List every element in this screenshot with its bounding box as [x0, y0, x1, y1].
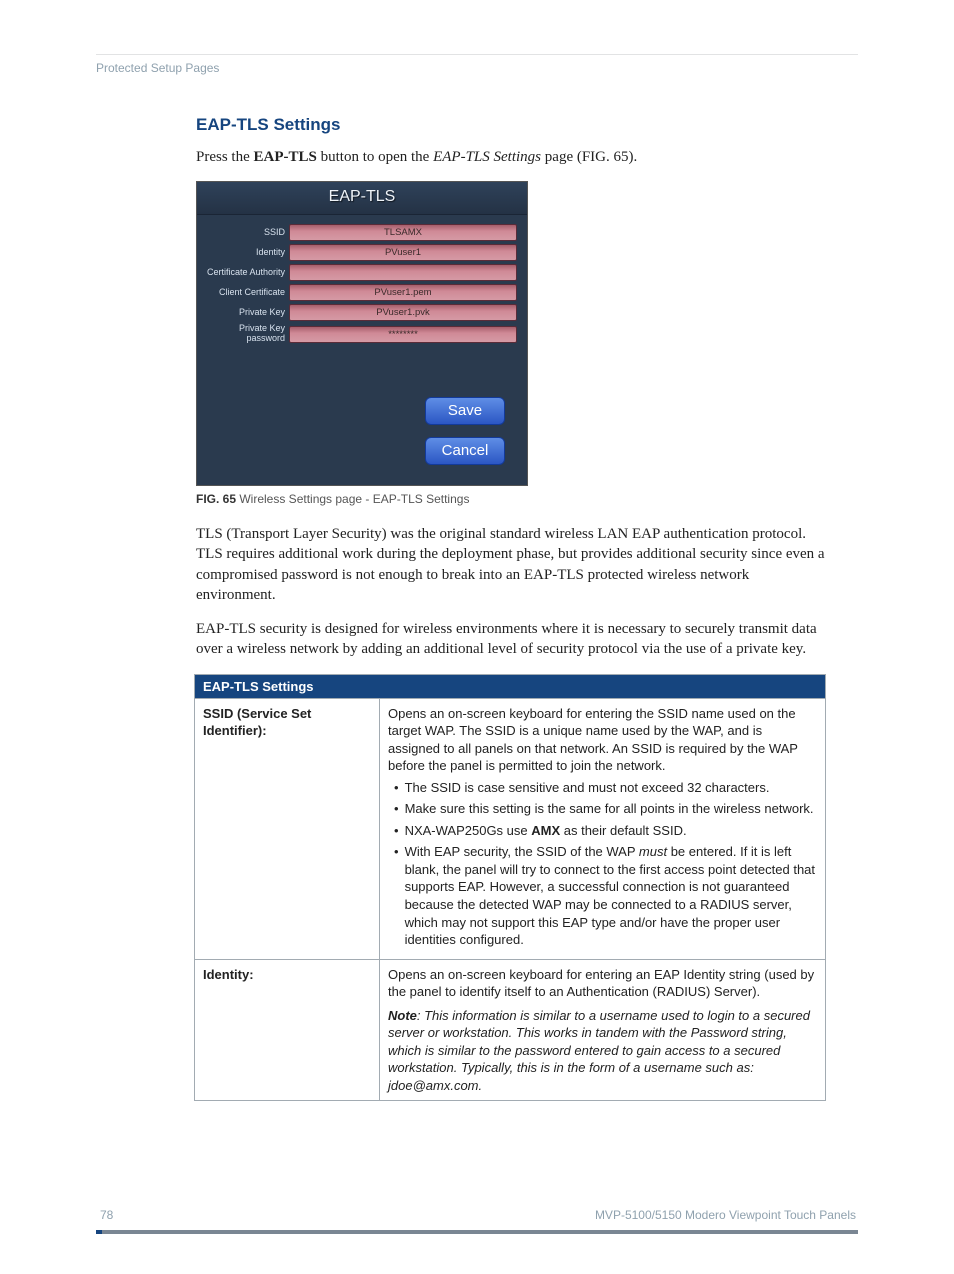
bullet-icon: • [394, 822, 399, 840]
section-heading: EAP-TLS Settings [196, 115, 830, 135]
ca-label: Certificate Authority [203, 268, 285, 278]
intro-paragraph: Press the EAP-TLS button to open the EAP… [196, 147, 830, 167]
intro-ital: EAP-TLS Settings [433, 149, 541, 165]
figure-caption: FIG. 65 Wireless Settings page - EAP-TLS… [196, 492, 830, 506]
figure-number: FIG. 65 [196, 492, 236, 506]
paragraph-2: EAP-TLS security is designed for wireles… [196, 619, 830, 660]
identity-field[interactable]: PVuser1 [289, 244, 517, 261]
ssid-field[interactable]: TLSAMX [289, 224, 517, 241]
client-cert-field[interactable]: PVuser1.pem [289, 284, 517, 301]
table-row: SSID (Service Set Identifier): Opens an … [195, 698, 826, 959]
pk-password-field[interactable]: ******** [289, 326, 517, 343]
identity-row-label: Identity: [195, 959, 380, 1101]
ca-field[interactable] [289, 264, 517, 281]
identity-label: Identity [203, 248, 285, 258]
client-cert-label: Client Certificate [203, 288, 285, 298]
pk-password-label: Private Key password [203, 324, 285, 344]
ssid-desc-p1: Opens an on-screen keyboard for entering… [388, 705, 817, 775]
cancel-button[interactable]: Cancel [425, 437, 505, 465]
bullet-icon: • [394, 843, 399, 948]
ssid-row-desc: Opens an on-screen keyboard for entering… [380, 698, 826, 959]
ssid-bullet-2: Make sure this setting is the same for a… [405, 800, 814, 818]
bullet-icon: • [394, 779, 399, 797]
product-name: MVP-5100/5150 Modero Viewpoint Touch Pan… [595, 1208, 856, 1222]
eap-tls-screenshot: EAP-TLS SSID TLSAMX Identity PVuser1 Cer… [196, 181, 528, 486]
intro-text: Press the [196, 149, 254, 165]
save-button[interactable]: Save [425, 397, 505, 425]
ssid-bullet-1: The SSID is case sensitive and must not … [405, 779, 770, 797]
intro-mid: button to open the [317, 149, 433, 165]
figure-text: Wireless Settings page - EAP-TLS Setting… [236, 492, 469, 506]
page-footer: 78 MVP-5100/5150 Modero Viewpoint Touch … [96, 1208, 858, 1234]
breadcrumb: Protected Setup Pages [96, 61, 858, 75]
ssid-bullet-4: With EAP security, the SSID of the WAP m… [405, 843, 817, 948]
private-key-field[interactable]: PVuser1.pvk [289, 304, 517, 321]
ssid-row-label: SSID (Service Set Identifier): [195, 698, 380, 959]
intro-bold: EAP-TLS [254, 149, 317, 165]
paragraph-1: TLS (Transport Layer Security) was the o… [196, 524, 830, 605]
table-header: EAP-TLS Settings [195, 674, 826, 698]
bullet-icon: • [394, 800, 399, 818]
panel-title: EAP-TLS [197, 182, 527, 215]
identity-row-desc: Opens an on-screen keyboard for entering… [380, 959, 826, 1101]
identity-desc-p1: Opens an on-screen keyboard for entering… [388, 966, 817, 1001]
ssid-label: SSID [203, 228, 285, 238]
table-row: Identity: Opens an on-screen keyboard fo… [195, 959, 826, 1101]
settings-table: EAP-TLS Settings SSID (Service Set Ident… [194, 674, 826, 1102]
identity-note: Note: This information is similar to a u… [388, 1007, 817, 1095]
private-key-label: Private Key [203, 308, 285, 318]
intro-post: page (FIG. 65). [541, 149, 637, 165]
page-number: 78 [100, 1208, 113, 1222]
ssid-bullet-3: NXA-WAP250Gs use AMX as their default SS… [405, 822, 687, 840]
